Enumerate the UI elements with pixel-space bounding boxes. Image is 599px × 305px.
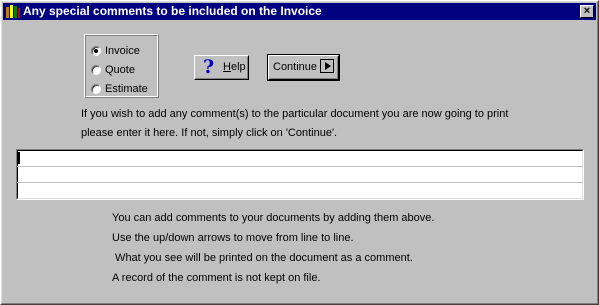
help-text-line-1: You can add comments to your documents b…: [112, 212, 435, 224]
close-button[interactable]: ×: [580, 5, 594, 18]
books-icon: [6, 5, 20, 18]
arrow-right-icon: [320, 59, 334, 73]
dialog-window: Any special comments to be included on t…: [0, 0, 599, 305]
comment-input-3[interactable]: [19, 183, 575, 197]
radio-quote-label: Quote: [105, 64, 135, 76]
radio-estimate-label: Estimate: [105, 83, 148, 95]
continue-button-label: Continue: [273, 61, 318, 73]
comment-line-3[interactable]: [17, 183, 583, 198]
close-icon: ×: [583, 5, 591, 17]
document-type-group: Invoice Quote Estimate: [84, 34, 159, 98]
comment-input-2[interactable]: [19, 167, 575, 181]
title-bar[interactable]: Any special comments to be included on t…: [3, 3, 596, 20]
radio-button[interactable]: [91, 84, 101, 94]
question-mark-icon: ?: [203, 56, 215, 78]
help-button-label: Help: [223, 61, 246, 73]
comment-line-1[interactable]: [17, 151, 583, 167]
window-title: Any special comments to be included on t…: [23, 4, 322, 18]
continue-button[interactable]: Continue: [268, 55, 339, 80]
help-text-line-4: A record of the comment is not kept on f…: [112, 272, 321, 284]
comment-entry-box[interactable]: [16, 149, 584, 200]
radio-selected-dot: [94, 49, 98, 53]
radio-button[interactable]: [91, 65, 101, 75]
instruction-line-2: please enter it here. If not, simply cli…: [81, 127, 338, 139]
help-button[interactable]: ? Help: [194, 55, 249, 80]
radio-button[interactable]: [91, 46, 101, 56]
help-text-line-3: What you see will be printed on the docu…: [112, 252, 413, 264]
help-text-line-2: Use the up/down arrows to move from line…: [112, 232, 354, 244]
comment-line-2[interactable]: [17, 167, 583, 183]
radio-invoice-label: Invoice: [105, 45, 140, 57]
instruction-line-1: If you wish to add any comment(s) to the…: [81, 108, 509, 120]
comment-input-1[interactable]: [19, 151, 575, 165]
